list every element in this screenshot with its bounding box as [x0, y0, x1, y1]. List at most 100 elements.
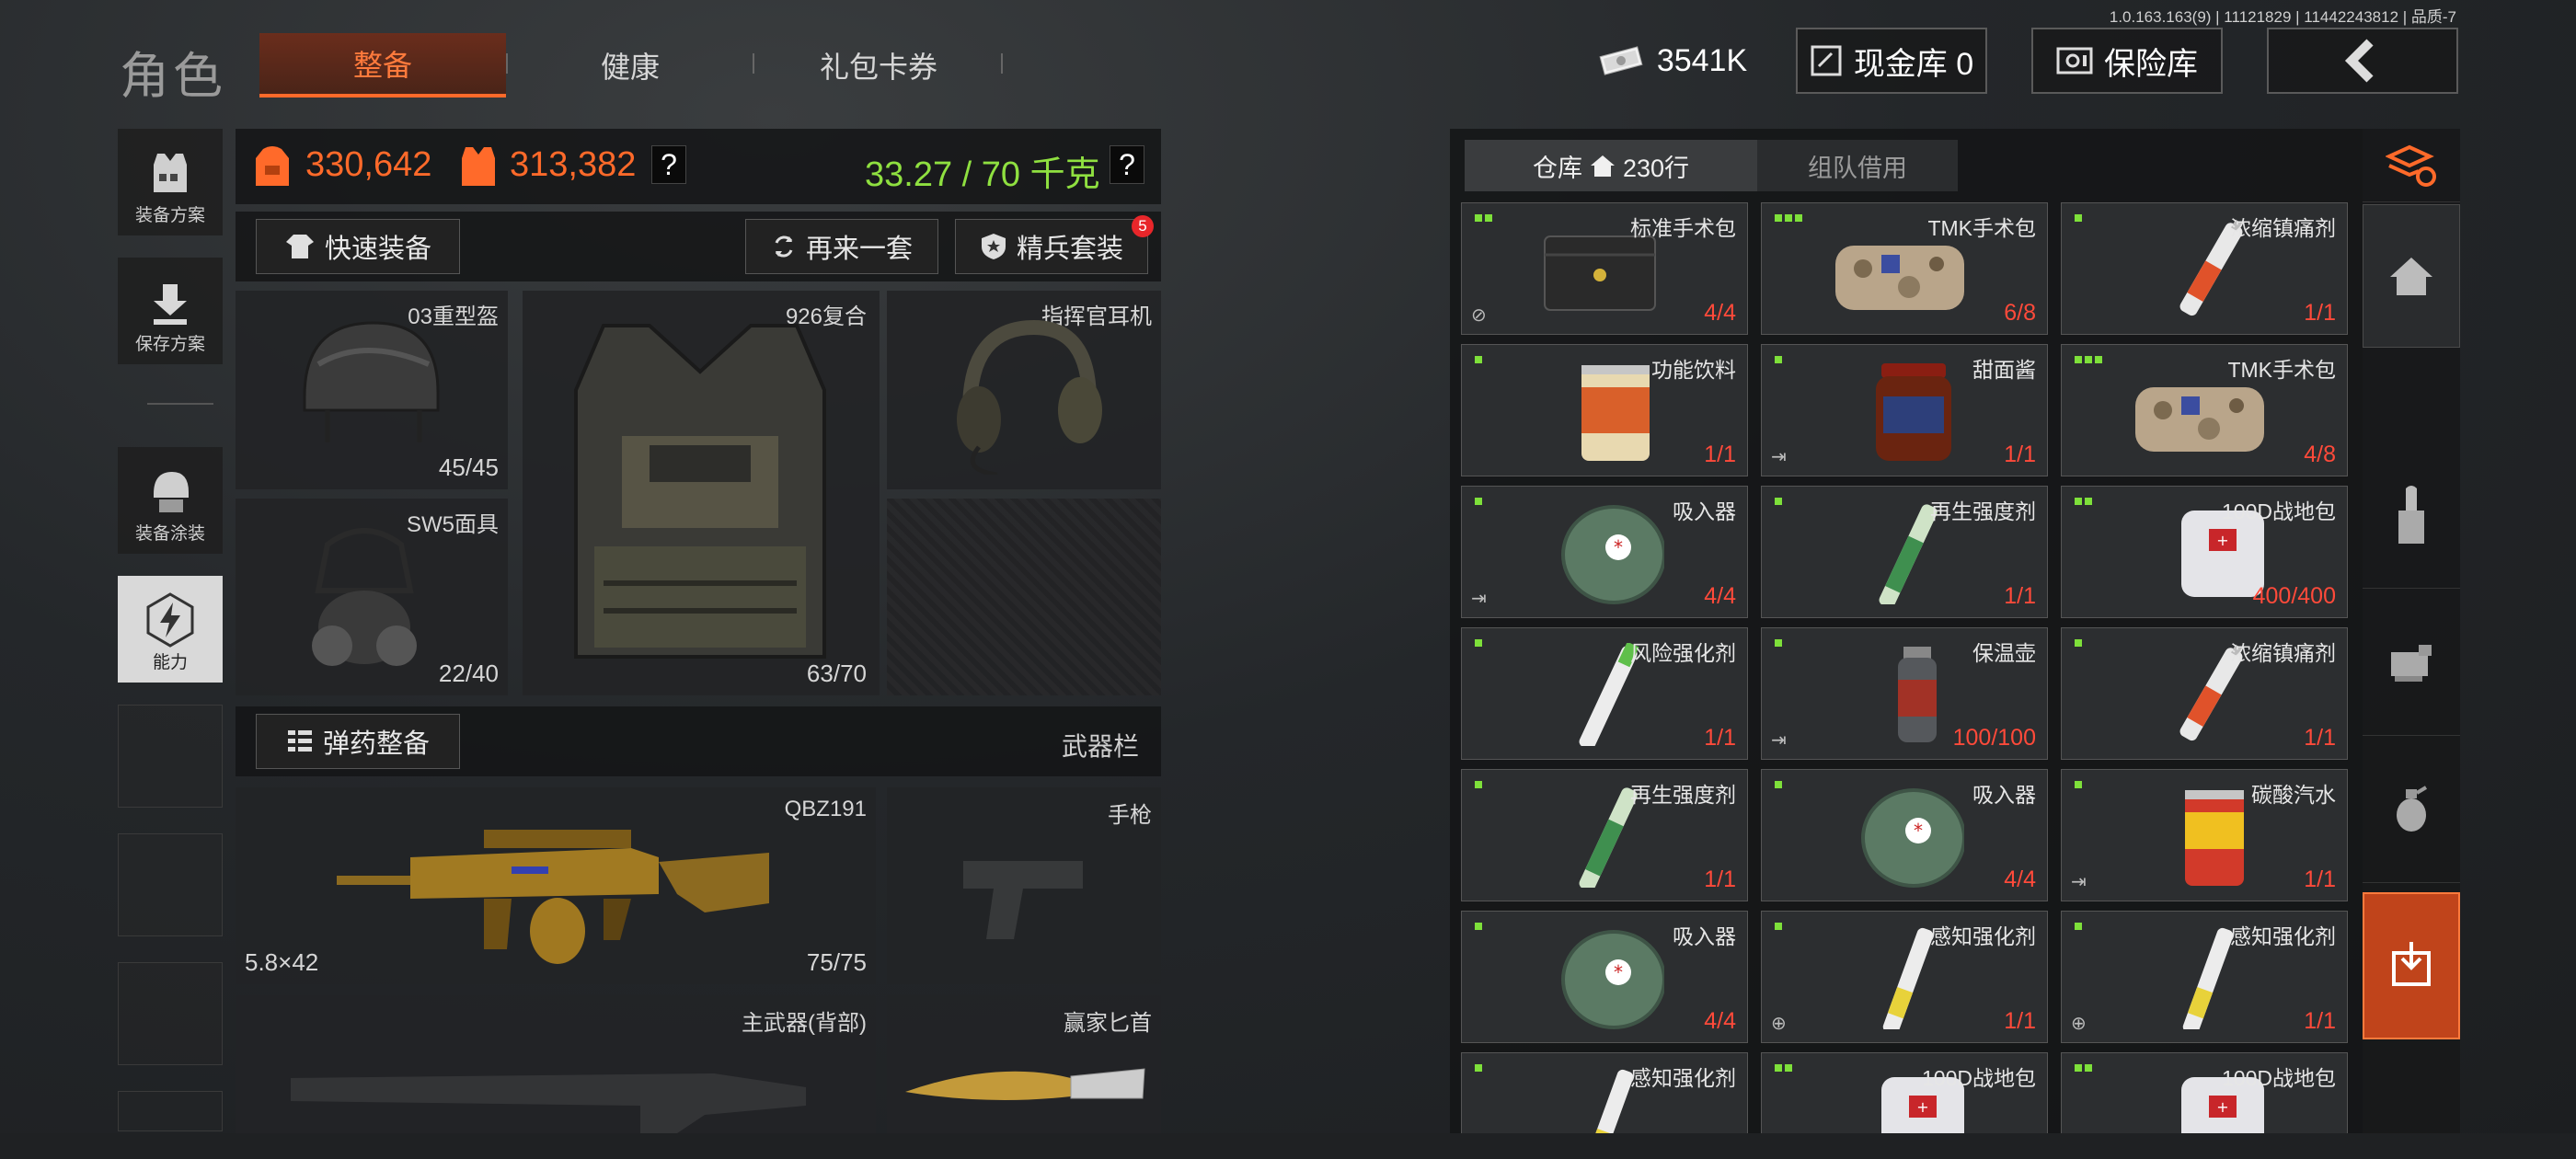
rifle-silhouette-icon — [291, 1050, 806, 1138]
tab-gift[interactable]: 礼包卡券 — [764, 33, 994, 98]
ammo-icon — [2393, 483, 2430, 547]
storage-item[interactable]: 感知强化剂 — [1461, 1052, 1748, 1133]
storage-item[interactable]: 碳酸汽水 1/1 ⇥ — [2061, 769, 2348, 901]
right-tab-grenade[interactable] — [2363, 736, 2460, 883]
storage-item[interactable]: * 吸入器 4/4 — [1761, 769, 2048, 901]
item-name: 100D战地包 — [1922, 1066, 2036, 1090]
rifle-icon — [328, 811, 788, 972]
team-borrow-tab[interactable]: 组队借用 — [1757, 140, 1958, 191]
pistol-icon — [959, 852, 1087, 948]
ammo-label: 弹药整备 — [322, 729, 430, 759]
version-text: 1.0.163.163(9) | 11121829 | 11442243812 … — [2109, 8, 2456, 26]
shield-star-icon — [980, 232, 1007, 261]
grade-dot — [2085, 1064, 2092, 1072]
weight-help-button[interactable]: ? — [1110, 145, 1144, 184]
pistol-slot[interactable]: 手枪 — [887, 787, 1161, 984]
back-button[interactable] — [2267, 28, 2458, 94]
storage-item[interactable]: 风险强化剂 1/1 — [1461, 627, 1748, 760]
sidebar-paint[interactable]: 装备涂装 — [118, 447, 223, 554]
grade-indicator — [1775, 781, 1782, 788]
right-tab-ammo[interactable] — [2363, 442, 2460, 589]
item-count: 1/1 — [1704, 866, 1736, 892]
empty-gear-slot[interactable] — [887, 499, 1161, 695]
storage-item[interactable]: +100D战地包 — [2061, 1052, 2348, 1133]
grade-indicator — [2075, 214, 2082, 222]
bottom-bar — [0, 1133, 2576, 1159]
storage-item[interactable]: 浓缩镇痛剂 1/1 — [2061, 202, 2348, 335]
grade-dot — [1475, 214, 1482, 222]
storage-item[interactable]: 标准手术包 4/4 ⊘ — [1461, 202, 1748, 335]
grade-indicator — [1775, 214, 1802, 222]
item-name: 碳酸汽水 — [2251, 783, 2336, 807]
helmet-durability: 45/45 — [438, 453, 499, 481]
grade-dot — [1475, 923, 1482, 930]
mask-slot[interactable]: SW5面具 22/40 — [236, 499, 508, 695]
storage-item[interactable]: * 吸入器 4/4 ⇥ — [1461, 486, 1748, 618]
storage-item[interactable]: +100D战地包 400/400 — [2061, 486, 2348, 618]
tab-separator — [1001, 53, 1003, 74]
grade-indicator — [1475, 639, 1482, 647]
item-count: 4/4 — [1704, 1008, 1736, 1034]
tab-equip[interactable]: 整备 — [259, 33, 506, 98]
vest-plan-icon — [143, 146, 198, 201]
money-value: 3541K — [1656, 42, 1748, 78]
headset-icon — [942, 309, 1108, 479]
item-name: 浓缩镇痛剂 — [2230, 216, 2336, 240]
helmet-slot[interactable]: 03重型盔 45/45 — [236, 291, 508, 489]
grade-dot — [1775, 498, 1782, 505]
grade-indicator — [2075, 498, 2092, 505]
sidebar-save-plan[interactable]: 保存方案 — [118, 258, 223, 364]
headset-slot[interactable]: 指挥官耳机 — [887, 291, 1161, 489]
cash-vault-button[interactable]: 现金库 0 — [1796, 28, 1987, 94]
storage-item[interactable]: TMK手术包 6/8 — [1761, 202, 2048, 335]
safe-icon — [2056, 46, 2093, 75]
melee-slot[interactable]: 赢家匕首 — [887, 995, 1161, 1133]
scope-icon — [2386, 639, 2437, 685]
storage-item[interactable]: 再生强度剂 1/1 — [1461, 769, 1748, 901]
sidebar-ability[interactable]: 能力 — [118, 576, 223, 683]
item-name: 感知强化剂 — [1630, 1066, 1736, 1090]
storage-tab[interactable]: 仓库 230行 — [1465, 140, 1757, 191]
storage-item[interactable]: TMK手术包 4/8 — [2061, 344, 2348, 476]
primary-weapon-name: QBZ191 — [784, 797, 867, 821]
right-tab-refresh[interactable] — [2363, 129, 2460, 202]
quick-equip-button[interactable]: 快速装备 — [256, 219, 460, 274]
storage-item[interactable]: 浓缩镇痛剂 1/1 — [2061, 627, 2348, 760]
storage-item[interactable]: 感知强化剂 1/1 ⊕ — [1761, 911, 2048, 1043]
primary-weapon-slot[interactable]: QBZ191 5.8×42 75/75 — [236, 787, 876, 984]
storage-item[interactable]: 再生强度剂 1/1 — [1761, 486, 2048, 618]
page-title: 角色 — [120, 49, 226, 104]
sidebar-empty-slot — [118, 833, 223, 936]
tab-health[interactable]: 健康 — [515, 33, 745, 98]
item-name: TMK手术包 — [1927, 216, 2036, 240]
storage-item[interactable]: 保温壶 100/100 ⇥ — [1761, 627, 2048, 760]
inhaler-icon: * — [1526, 501, 1666, 604]
again-button[interactable]: 再来一套 — [745, 219, 938, 274]
right-tab-deposit[interactable] — [2363, 892, 2460, 1039]
grade-dot — [2075, 214, 2082, 222]
sidebar-equip-plan[interactable]: 装备方案 — [118, 129, 223, 235]
armor-slot[interactable]: 926复合 63/70 — [523, 291, 880, 695]
pistol-name: 手枪 — [1108, 803, 1152, 828]
storage-item[interactable]: +100D战地包 — [1761, 1052, 2048, 1133]
melee-name: 赢家匕首 — [1064, 1011, 1152, 1036]
item-tag-icon: ⇥ — [2071, 872, 2087, 892]
lightning-icon — [142, 591, 199, 648]
item-count: 100/100 — [1952, 725, 2036, 751]
right-tab-scope[interactable] — [2363, 589, 2460, 736]
ammo-button[interactable]: 弹药整备 — [256, 714, 460, 769]
item-name: 吸入器 — [1972, 783, 2036, 807]
safe-button[interactable]: 保险库 — [2031, 28, 2223, 94]
storage-item[interactable]: 甜面酱 1/1 ⇥ — [1761, 344, 2048, 476]
storage-item[interactable]: 功能饮料 1/1 — [1461, 344, 1748, 476]
elite-button[interactable]: 精兵套装 — [955, 219, 1148, 274]
storage-item[interactable]: 感知强化剂 1/1 ⊕ — [2061, 911, 2348, 1043]
backup-weapon-slot[interactable]: 主武器(背部) — [236, 995, 876, 1133]
item-count: 4/4 — [2004, 866, 2036, 892]
grade-dot — [2075, 781, 2082, 788]
grenade-icon — [2391, 784, 2432, 835]
storage-item[interactable]: * 吸入器 4/4 — [1461, 911, 1748, 1043]
storage-tab-label: 仓库 — [1532, 154, 1582, 182]
right-tab-home[interactable] — [2363, 204, 2460, 348]
help-button[interactable]: ? — [651, 145, 686, 184]
